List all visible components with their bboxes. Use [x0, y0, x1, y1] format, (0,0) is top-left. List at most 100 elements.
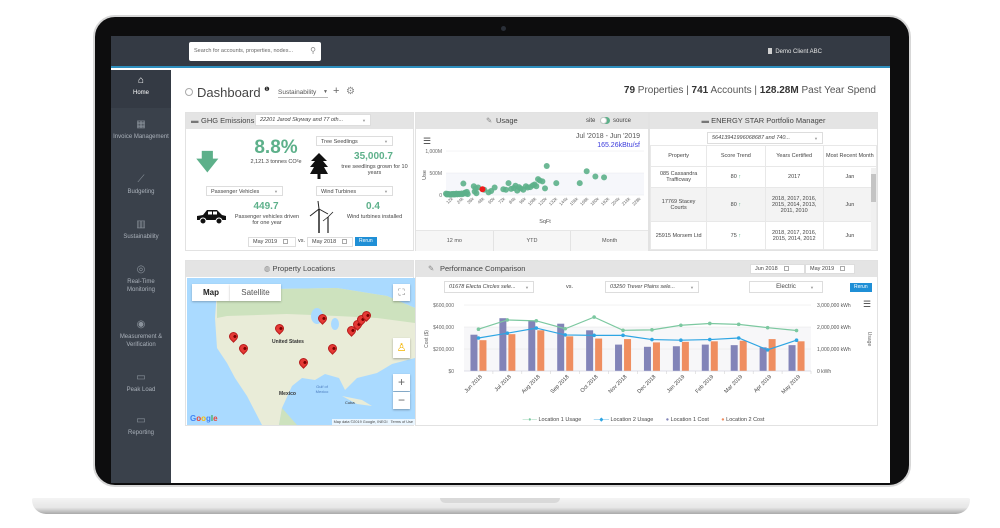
column-header[interactable]: Score Trend	[706, 145, 766, 167]
usage-date-range: Jul '2018 - Jun '2019	[575, 133, 640, 140]
sidebar-item-reporting[interactable]: ▭ Reporting	[111, 416, 171, 437]
sidebar-item-real-time-monitoring[interactable]: ◎ Real-Time Monitoring	[111, 265, 171, 294]
table-row[interactable]: 25915 Morsem Ltd 75 ↑ 2018, 2017, 2016, …	[650, 221, 877, 250]
y-tick-label: $0	[448, 369, 454, 375]
collapse-icon[interactable]	[185, 88, 193, 96]
scatter-point	[533, 183, 540, 190]
column-header[interactable]: Property	[650, 145, 708, 167]
location1-select[interactable]: 01678 Electa Circles sele... ▼	[444, 281, 534, 293]
sidebar-item-peak-load[interactable]: ▭ Peak Load	[111, 373, 171, 394]
bar-location1-cost	[643, 346, 651, 371]
table-scrollbar[interactable]	[871, 168, 876, 250]
bar-location2-cost	[566, 336, 574, 371]
bar-location1-cost	[759, 347, 767, 371]
y2-tick-label: 0 kWh	[817, 369, 831, 375]
x-tick-label: Oct 2018	[580, 374, 600, 394]
point-location2-usage	[476, 336, 481, 340]
wind-select[interactable]: Wind Turbines ▼	[316, 186, 393, 196]
gauge-icon: ◎	[136, 264, 146, 275]
point-location1-usage	[621, 328, 625, 333]
sidebar-item-budgeting[interactable]: ⟋ Budgeting	[111, 175, 171, 196]
info-icon[interactable]: ❶	[264, 87, 269, 93]
sidebar-item-home[interactable]: ⌂ Home	[111, 70, 171, 108]
scatter-point	[505, 180, 512, 187]
date-to-field[interactable]: May 2018	[307, 237, 353, 247]
point-location2-usage	[736, 336, 741, 340]
point-location1-usage	[707, 321, 712, 326]
tree-select[interactable]: Tree Seedlings ▼	[316, 136, 393, 146]
page-title: Dashboard ❶	[185, 85, 270, 100]
column-header[interactable]: Most Recent Month	[822, 145, 877, 167]
chevron-down-icon: ▼	[810, 285, 814, 290]
zoom-out-button[interactable]: −	[393, 392, 410, 409]
legend-location1-usage[interactable]: —●— Location 1 Usage	[523, 417, 582, 423]
ghg-emissions-panel: ▬ GHG Emissions 22201 Jarod Skyway and 7…	[185, 112, 414, 251]
tab-12-mo[interactable]: 12 mo	[416, 231, 494, 251]
legend-location2-usage[interactable]: —◆— Location 2 Usage	[594, 417, 654, 423]
rerun-button[interactable]: Rerun	[355, 237, 377, 246]
location2-select[interactable]: 03250 Trever Plains sele... ▼	[605, 281, 699, 293]
add-dashboard-button[interactable]: +	[333, 85, 339, 97]
fullscreen-button[interactable]: ⛶	[393, 284, 410, 301]
commodity-select[interactable]: Electric ▼	[749, 281, 823, 293]
legend-location1-cost[interactable]: ● Location 1 Cost	[666, 417, 709, 423]
map-tab[interactable]: Map	[192, 284, 230, 301]
perf-date-to[interactable]: May 2019	[805, 264, 855, 274]
dashboard-select[interactable]: Sustainability ▼	[278, 89, 328, 98]
usage-panel: ✎ Usage site source ☰ Jul '2018 - Jun '2…	[415, 112, 649, 251]
usage-tabs: 12 mo YTD Month	[416, 230, 648, 251]
tab-ytd[interactable]: YTD	[494, 231, 572, 251]
perf-date-from[interactable]: Jun 2018	[750, 264, 805, 274]
client-selector[interactable]: Demo Client ABC	[768, 48, 822, 55]
x-tick-label: 108k	[527, 196, 538, 207]
sidebar-item-measurement-verification[interactable]: ◉ Measurement & Verification	[111, 320, 171, 349]
property-select[interactable]: 22201 Jarod Skyway and 77 oth... ▼	[255, 114, 371, 126]
gear-icon[interactable]: ⚙	[346, 86, 355, 97]
terms-link[interactable]: Terms of Use	[391, 420, 413, 424]
date-from-field[interactable]: May 2019	[248, 237, 296, 247]
panel-header: ▬ GHG Emissions 22201 Jarod Skyway and 7…	[186, 113, 413, 129]
sidebar-item-invoice-management[interactable]: ▦ Invoice Management	[111, 120, 171, 141]
table-row[interactable]: 17769 Stacey Courts 80 ↑ 2018, 2017, 201…	[650, 187, 877, 222]
point-location1-usage	[679, 323, 683, 328]
x-tick-label: 144k	[558, 196, 569, 207]
street-view-icon[interactable]: ♙	[393, 338, 410, 358]
scatter-point	[601, 174, 608, 181]
sidebar-item-sustainability[interactable]: ▥ Sustainability	[111, 220, 171, 241]
rerun-button[interactable]: Rerun	[850, 283, 872, 292]
column-header[interactable]: Years Certified	[764, 145, 824, 167]
property-locations-panel: ◍ Property Locations Map Satellite ⛶ ♙ +…	[185, 260, 415, 426]
search-input[interactable]: Search for accounts, properties, nodes..…	[189, 42, 321, 61]
point-location2-usage	[534, 326, 539, 330]
chevron-down-icon: ▼	[274, 189, 278, 194]
chart-legend: —●— Location 1 Usage —◆— Location 2 Usag…	[416, 408, 879, 426]
bar-location2-cost	[652, 342, 660, 371]
property-map[interactable]: Map Satellite ⛶ ♙ + − United States Mexi…	[187, 278, 415, 425]
chart-icon: ⟋	[137, 174, 145, 185]
table-row[interactable]: 25567 Quigna...	[650, 249, 877, 250]
x-tick-label: 204k	[610, 196, 621, 207]
search-icon[interactable]: ⚲	[310, 46, 316, 55]
x-tick-label: Jun 2018	[464, 374, 484, 394]
scrollbar-thumb[interactable]	[871, 174, 876, 202]
zoom-in-button[interactable]: +	[393, 374, 410, 391]
x-tick-label: Sep 2018	[550, 374, 571, 395]
building-icon	[768, 48, 773, 54]
panel-header: ◍ Property Locations	[186, 261, 413, 277]
vehicle-select[interactable]: Passenger Vehicles ▼	[206, 186, 283, 196]
legend-location2-cost[interactable]: ● Location 2 Cost	[721, 417, 764, 423]
point-location2-usage	[621, 333, 625, 338]
satellite-tab[interactable]: Satellite	[230, 284, 281, 301]
table-row[interactable]: 085 Cassandra Trafficway 80 ↑ 2017 Jan	[650, 166, 877, 188]
energy-star-table: Property Score Trend Years Certified Mos…	[650, 145, 877, 250]
site-source-toggle[interactable]	[600, 117, 610, 124]
panel-header: ✎ Performance Comparison Jun 2018 May 20…	[416, 261, 877, 277]
laptop-notch	[440, 498, 560, 503]
tab-month[interactable]: Month	[571, 231, 648, 251]
trend-up-icon: ↑	[738, 201, 742, 208]
account-select[interactable]: 56413941996068687 and 740... ▼	[707, 132, 823, 144]
camera	[501, 26, 506, 31]
x-tick-label: Nov 2018	[608, 374, 629, 395]
y-tick-label: $400,000	[433, 325, 454, 331]
map-attribution: Map data ©2019 Google, INEGI Terms of Us…	[331, 419, 415, 425]
